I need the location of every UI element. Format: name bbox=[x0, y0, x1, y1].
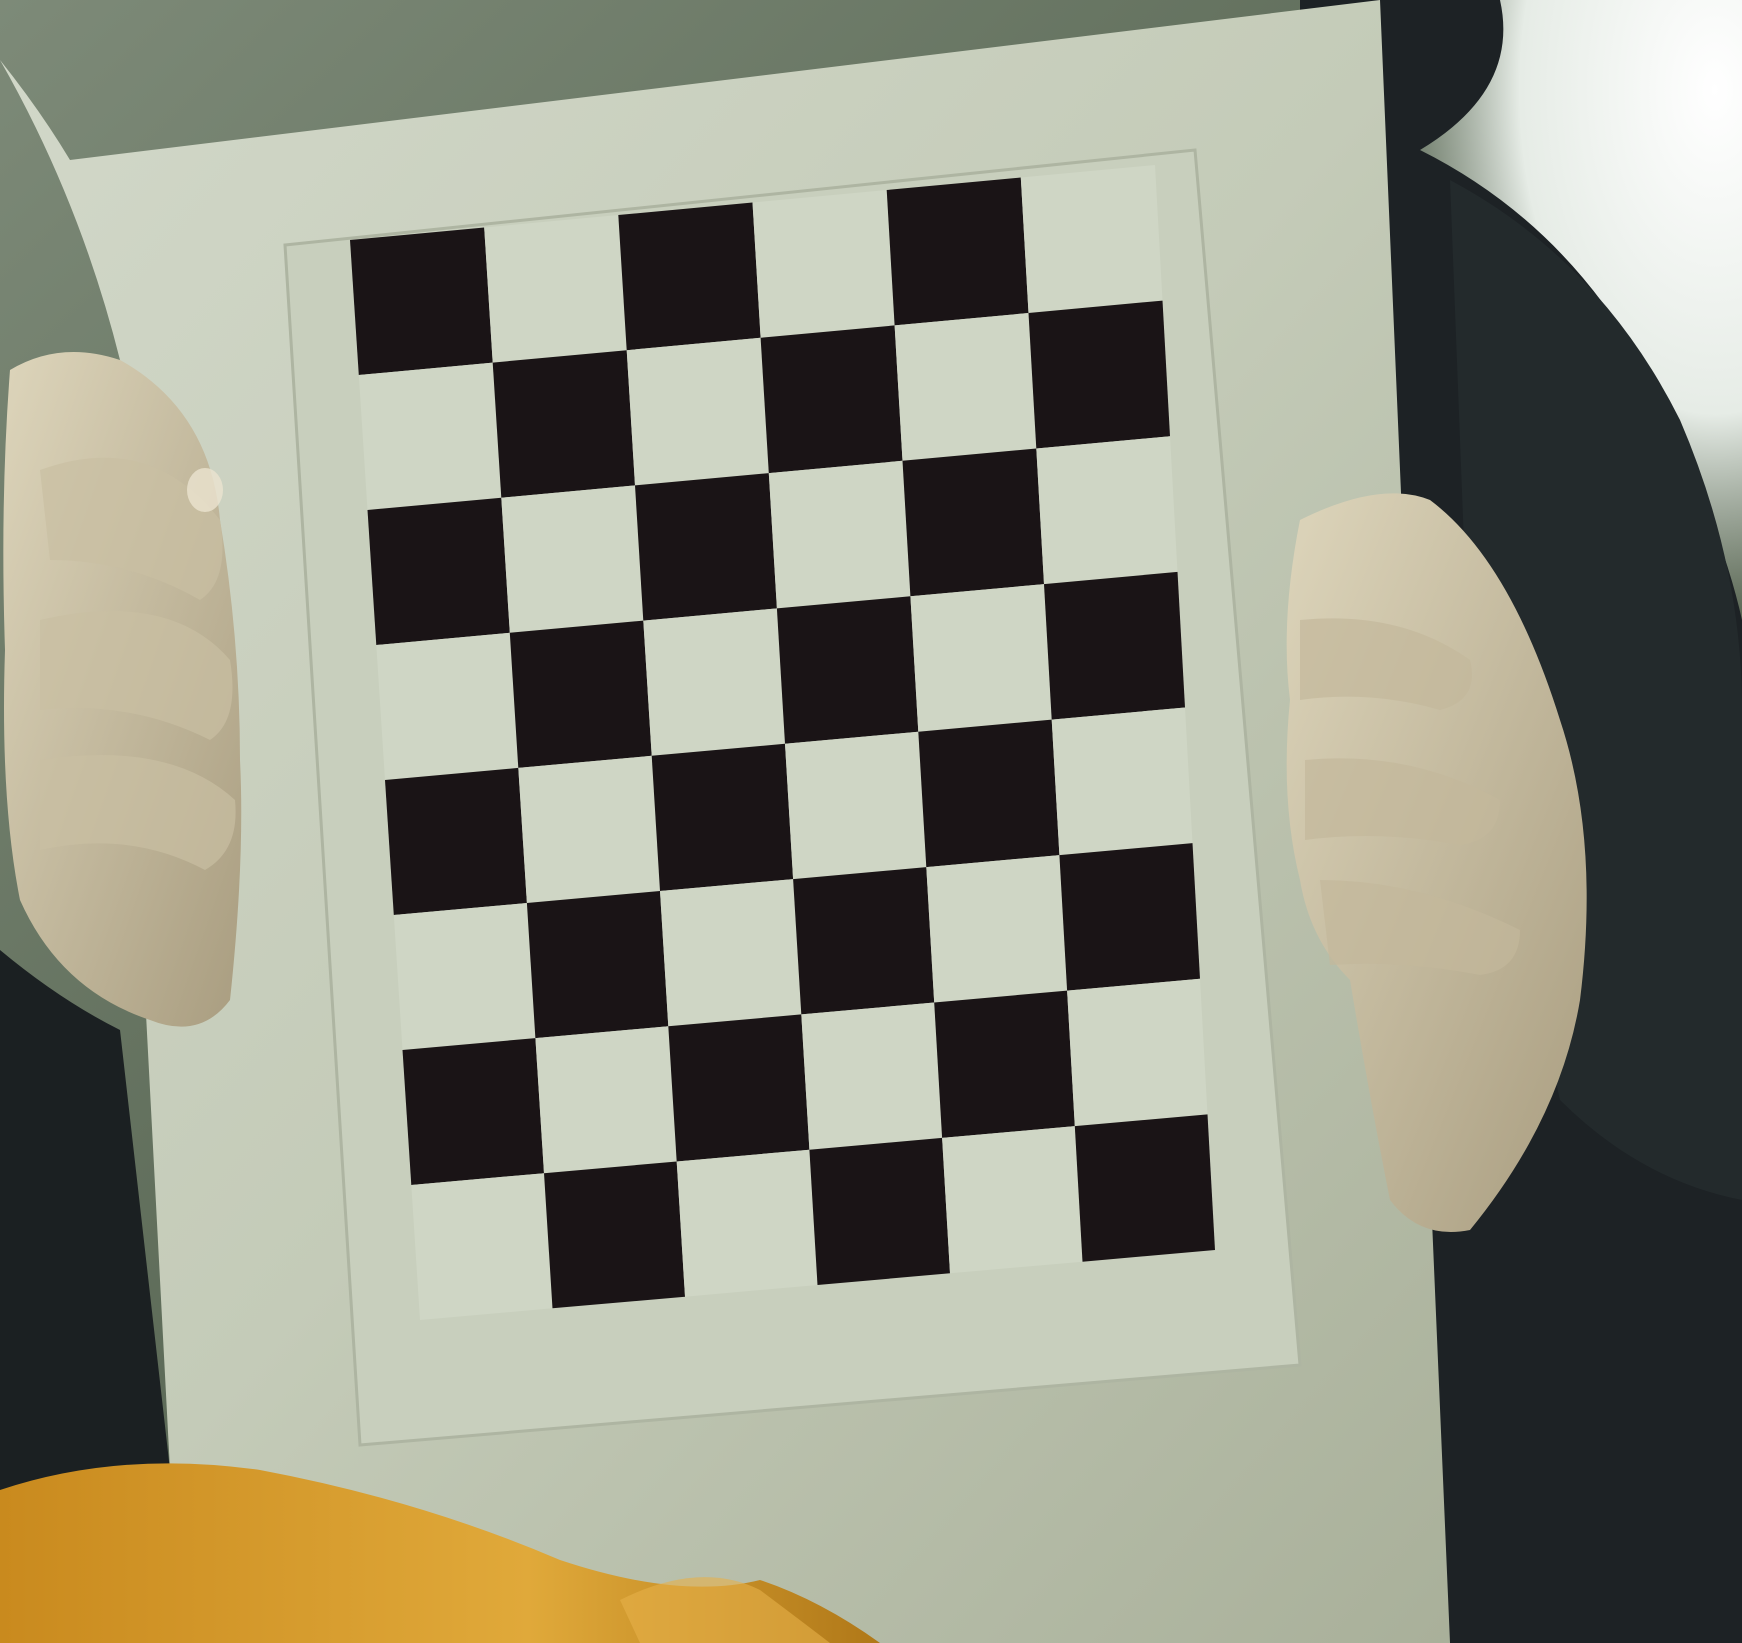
checker-square-dark bbox=[350, 227, 493, 375]
checker-square-dark bbox=[809, 1137, 950, 1285]
checker-square-light bbox=[501, 485, 644, 633]
checker-square-light bbox=[626, 337, 769, 486]
checker-square-dark bbox=[902, 448, 1044, 597]
checker-square-dark bbox=[668, 1014, 810, 1162]
checker-square-light bbox=[535, 1026, 677, 1174]
checker-square-dark bbox=[544, 1161, 685, 1309]
checker-square-light bbox=[660, 879, 802, 1027]
checker-square-light bbox=[518, 755, 660, 903]
checker-square-dark bbox=[1074, 1114, 1215, 1262]
checker-square-dark bbox=[1028, 300, 1170, 449]
checker-square-dark bbox=[918, 719, 1060, 868]
checker-square-dark bbox=[509, 620, 652, 768]
checker-square-light bbox=[411, 1173, 553, 1320]
checker-square-dark bbox=[1059, 843, 1200, 991]
checker-square-dark bbox=[776, 596, 919, 744]
checker-square-light bbox=[785, 731, 927, 880]
checker-square-dark bbox=[526, 891, 669, 1039]
checker-square-light bbox=[393, 903, 536, 1050]
checker-square-light bbox=[910, 584, 1052, 732]
checker-square-light bbox=[926, 855, 1068, 1003]
checker-square-dark bbox=[618, 202, 761, 351]
checker-square-dark bbox=[367, 497, 510, 645]
checker-square-dark bbox=[1044, 571, 1185, 720]
checker-grid bbox=[350, 165, 1215, 1320]
checker-square-light bbox=[768, 460, 911, 609]
checker-square-dark bbox=[492, 350, 635, 498]
checker-square-dark bbox=[760, 325, 903, 474]
checker-square-light bbox=[1020, 165, 1163, 313]
checker-square-dark bbox=[635, 473, 777, 621]
checker-square-dark bbox=[886, 177, 1029, 326]
checker-square-light bbox=[484, 215, 627, 363]
checker-square-light bbox=[1051, 707, 1193, 856]
checker-square-light bbox=[894, 313, 1037, 461]
checker-square-light bbox=[676, 1149, 818, 1297]
photo-scene bbox=[0, 0, 1742, 1643]
checker-square-dark bbox=[385, 767, 527, 915]
checker-square-light bbox=[358, 362, 502, 510]
checker-square-light bbox=[643, 608, 785, 756]
checker-square-light bbox=[942, 1126, 1083, 1274]
checker-square-light bbox=[1067, 978, 1208, 1127]
checker-square-light bbox=[752, 190, 895, 338]
checker-square-dark bbox=[793, 867, 935, 1015]
checker-square-light bbox=[1036, 436, 1178, 585]
checker-square-dark bbox=[934, 990, 1075, 1138]
checker-square-dark bbox=[651, 743, 794, 891]
checker-square-light bbox=[376, 632, 519, 780]
checker-square-light bbox=[801, 1002, 943, 1150]
checker-square-dark bbox=[402, 1038, 544, 1185]
